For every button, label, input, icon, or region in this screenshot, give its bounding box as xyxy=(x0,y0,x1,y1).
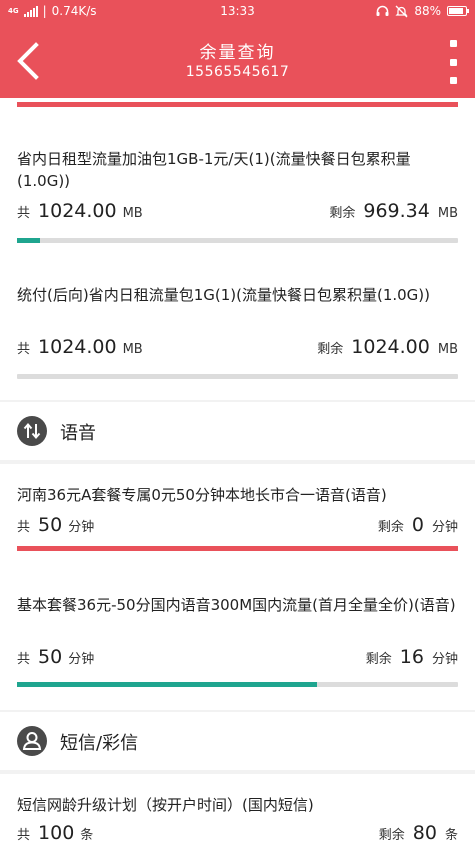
more-vertical-icon[interactable] xyxy=(445,40,461,84)
package-name: 短信网龄升级计划（按开户时间）(国内短信) xyxy=(17,796,314,814)
balance-list[interactable]: 省内日租型流量加油包1GB-1元/天(1)(流量快餐日包累积量(1.0G)) 共… xyxy=(0,98,475,845)
top-usage-bar xyxy=(17,102,458,107)
battery-level: 88% xyxy=(414,4,441,18)
remaining-amount: 剩余 16 分钟 xyxy=(365,646,458,668)
progress-bar xyxy=(17,546,458,551)
amount-row: 共 1024.00 MB 剩余 1024.00 MB xyxy=(17,330,458,358)
battery-icon xyxy=(447,6,469,16)
remaining-amount: 剩余 0 分钟 xyxy=(377,514,458,536)
section-title: 短信/彩信 xyxy=(60,733,139,754)
progress-bar xyxy=(17,682,458,687)
list-item: 河南36元A套餐专属0元50分钟本地长市合一语音(语音) 共 50 分钟 剩余 0 分钟 xyxy=(17,484,458,584)
total-amount: 共 1024.00 MB xyxy=(17,336,143,358)
amount-row: 共 1024.00 MB 剩余 969.34 MB xyxy=(17,194,458,222)
list-item: 基本套餐36元-50分国内语音300M国内流量(首月全量全价)(语音) 共 50 分… xyxy=(17,594,458,704)
progress-fill xyxy=(17,238,41,243)
list-item: 短信网龄升级计划（按开户时间）(国内短信) 共 100 条 剩余 80 条 xyxy=(17,794,458,845)
amount-row: 共 50 分钟 剩余 16 分钟 xyxy=(17,640,458,668)
remaining-amount: 剩余 80 条 xyxy=(378,822,458,844)
total-amount: 共 50 分钟 xyxy=(17,514,95,536)
progress-fill xyxy=(17,682,317,687)
page-title: 余量查询 xyxy=(199,43,276,63)
package-name: 省内日租型流量加油包1GB-1元/天(1)(流量快餐日包累积量(1.0G)) xyxy=(17,150,411,190)
total-amount: 共 100 条 xyxy=(17,822,94,844)
total-amount: 共 1024.00 MB xyxy=(17,200,143,222)
remaining-amount: 剩余 969.34 MB xyxy=(329,200,458,222)
sms-card: 短信网龄升级计划（按开户时间）(国内短信) 共 100 条 剩余 80 条 xyxy=(0,774,475,845)
progress-fill xyxy=(17,546,458,551)
mute-icon xyxy=(395,5,408,17)
amount-row: 共 50 分钟 剩余 0 分钟 xyxy=(17,508,458,536)
total-amount: 共 50 分钟 xyxy=(17,646,95,668)
data-card: 省内日租型流量加油包1GB-1元/天(1)(流量快餐日包累积量(1.0G)) 共… xyxy=(0,98,475,400)
sms-section-header: 短信/彩信 xyxy=(0,712,475,770)
package-name: 统付(后向)省内日租流量包1G(1)(流量快餐日包累积量(1.0G)) xyxy=(17,286,431,304)
status-bar: 4G | 0.74K/s 13:33 88% xyxy=(0,0,475,24)
headset-icon xyxy=(376,5,389,16)
voice-card: 河南36元A套餐专属0元50分钟本地长市合一语音(语音) 共 50 分钟 剩余 0 分钟… xyxy=(0,464,475,710)
package-name: 基本套餐36元-50分国内语音300M国内流量(首月全量全价)(语音) xyxy=(17,596,456,614)
amount-row: 共 100 条 剩余 80 条 xyxy=(17,816,458,844)
voice-section-header: 语音 xyxy=(0,402,475,460)
progress-bar xyxy=(17,374,458,379)
remaining-amount: 剩余 1024.00 MB xyxy=(317,336,458,358)
swap-arrows-icon xyxy=(17,416,47,446)
progress-bar xyxy=(17,238,458,243)
app-header: 余量查询 15565545617 xyxy=(0,24,475,98)
list-item: 统付(后向)省内日租流量包1G(1)(流量快餐日包累积量(1.0G)) 共 102… xyxy=(17,284,458,384)
section-title: 语音 xyxy=(60,423,96,444)
person-icon xyxy=(17,726,47,756)
phone-number: 15565545617 xyxy=(185,64,290,80)
status-right: 88% xyxy=(376,4,469,18)
package-name: 河南36元A套餐专属0元50分钟本地长市合一语音(语音) xyxy=(17,486,387,504)
list-item: 省内日租型流量加油包1GB-1元/天(1)(流量快餐日包累积量(1.0G)) 共… xyxy=(17,148,458,248)
